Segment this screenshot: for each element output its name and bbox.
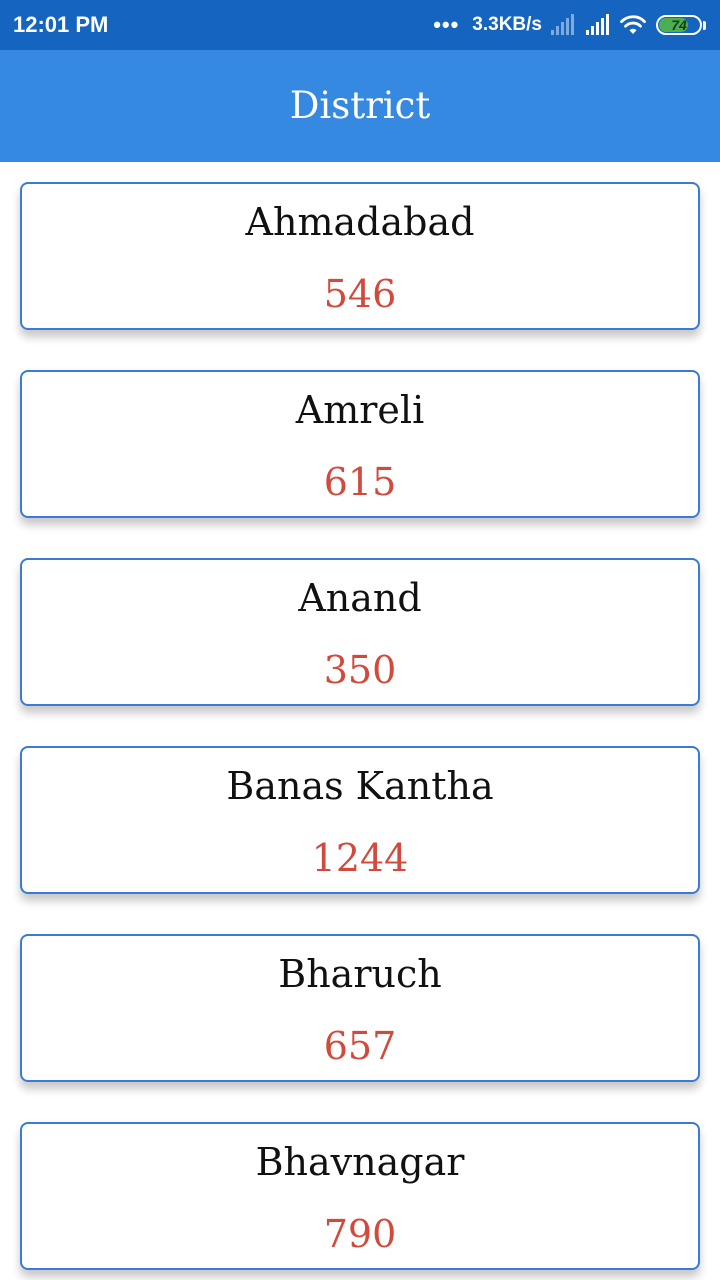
district-card[interactable]: Ahmadabad 546: [20, 182, 700, 330]
district-card[interactable]: Amreli 615: [20, 370, 700, 518]
district-count: 1244: [311, 836, 409, 880]
district-name: Bharuch: [278, 952, 442, 996]
district-name: Amreli: [295, 388, 425, 432]
district-name: Banas Kantha: [226, 764, 494, 808]
status-time: 12:01 PM: [13, 12, 109, 37]
signal-weak-icon: [549, 14, 577, 36]
district-card[interactable]: Bhavnagar 790: [20, 1122, 700, 1270]
page-title: District: [289, 83, 431, 127]
district-name: Anand: [298, 576, 422, 620]
district-count: 657: [323, 1024, 397, 1068]
battery-tip: [703, 20, 706, 30]
district-card[interactable]: Anand 350: [20, 558, 700, 706]
app-bar: District: [0, 50, 720, 162]
battery-level: 74: [671, 17, 687, 33]
district-card[interactable]: Bharuch 657: [20, 934, 700, 1082]
district-card[interactable]: Banas Kantha 1244: [20, 746, 700, 894]
district-name: Bhavnagar: [255, 1140, 465, 1184]
district-list[interactable]: Ahmadabad 546 Amreli 615 Anand 350 Banas…: [20, 182, 700, 1280]
network-speed: 3.3KB/s: [472, 14, 542, 35]
district-count: 790: [323, 1212, 397, 1256]
battery-icon: 74: [656, 15, 702, 35]
district-name: Ahmadabad: [245, 200, 475, 244]
status-icons: ••• 3.3KB/s 74: [433, 14, 706, 36]
status-bar: 12:01 PM ••• 3.3KB/s 74: [0, 0, 720, 50]
district-count: 615: [323, 460, 397, 504]
district-count: 546: [323, 272, 397, 316]
wifi-icon: [619, 14, 647, 36]
more-dots-icon: •••: [433, 12, 460, 37]
signal-icon: [584, 14, 612, 36]
district-count: 350: [323, 648, 397, 692]
